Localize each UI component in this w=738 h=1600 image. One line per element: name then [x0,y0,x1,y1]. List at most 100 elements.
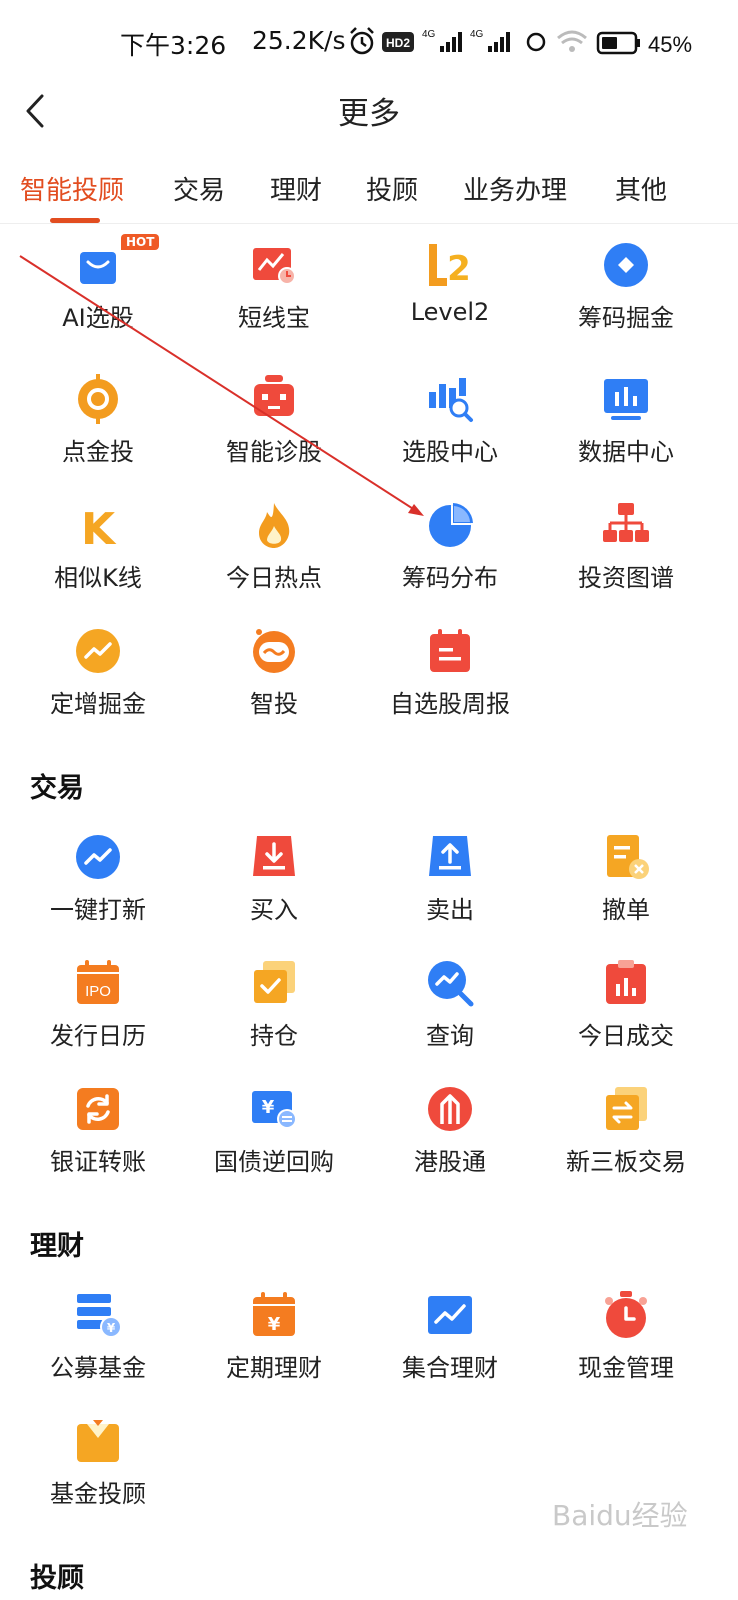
grid-item-yinzheng-zhuanzhang[interactable]: 银证转账 [10,1084,186,1194]
grid-item-label: 投资图谱 [578,564,674,592]
grid-item-label: 新三板交易 [566,1148,686,1176]
stopwatch-icon [605,1291,647,1338]
grid-item-zhitou[interactable]: 智投 [186,626,362,736]
grid-item-faxing-rili[interactable]: IPO 发行日历 [10,958,186,1068]
grid-item-label: 集合理财 [402,1354,498,1382]
grid-item-yijian-daxin[interactable]: 一键打新 [10,832,186,942]
trend-board-icon [428,1296,472,1334]
grid-item-shuju-zhongxin[interactable]: 数据中心 [538,374,714,484]
grid-item-touzi-tupu[interactable]: 投资图谱 [538,500,714,610]
grid-item-label: 买入 [250,896,298,924]
tab-yewu-banli[interactable]: 业务办理 [463,170,567,207]
grid-item-jihe-licai[interactable]: 集合理财 [362,1290,538,1400]
grid-item-zhineng-zhengu[interactable]: 智能诊股 [186,374,362,484]
grid-item-chedan[interactable]: 撤单 [538,832,714,942]
flame-icon [259,503,290,548]
grid-item-xuangu-zhongxin[interactable]: 选股中心 [362,374,538,484]
status-time: 下午3:26 [120,31,227,60]
grid-item-gongmu-jijin[interactable]: ¥ 公募基金 [10,1290,186,1400]
section-title-tougu: 投顾 [30,1563,84,1594]
signal-icon: 4G [470,29,510,52]
grid-item-label: 筹码分布 [402,564,498,592]
shopping-bag-icon [80,252,116,284]
fund-stack-icon: ¥ [77,1294,122,1338]
bar-chart-icon [604,379,648,420]
grid-item-mairu[interactable]: 买入 [186,832,362,942]
ipo-calendar-icon: IPO [77,960,119,1004]
section-title-jiaoyi: 交易 [30,773,84,804]
grid-item-label: 公募基金 [50,1354,146,1382]
document-cancel-icon [607,835,649,879]
diamond-icon [604,243,648,287]
status-bar: 下午3:26 25.2K/s HD2 4G 4G 45% [0,0,738,80]
grid-item-label: 数据中心 [578,438,674,466]
grid-item-chicang[interactable]: 持仓 [186,958,362,1068]
grid-item-level2[interactable]: 2 Level2 [362,240,538,350]
grid-item-dingzeng-juejin[interactable]: 定增掘金 [10,626,186,736]
grid-item-label: 基金投顾 [50,1480,146,1508]
suit-icon [77,1420,119,1462]
svg-text:¥: ¥ [262,1097,275,1118]
upload-tray-icon [429,836,471,876]
robot-face-icon [253,629,295,673]
grid-item-label: 相似K线 [54,564,142,592]
trend-circle-icon [76,629,120,673]
clipboard-chart-icon [606,960,646,1004]
grid-item-jijin-tougu[interactable]: 基金投顾 [10,1416,186,1526]
tab-tougu[interactable]: 投顾 [366,170,418,207]
grid-item-guozhai-nihuigou[interactable]: ¥ 国债逆回购 [186,1084,362,1194]
svg-text:¥: ¥ [107,1321,116,1335]
download-tray-icon [253,836,295,876]
grid-item-label: 定期理财 [226,1354,322,1382]
bond-repurchase-icon: ¥ [252,1091,297,1129]
transfer-icon [77,1088,119,1130]
grid-item-label: 银证转账 [50,1148,146,1176]
grid-item-maichu[interactable]: 卖出 [362,832,538,942]
tab-jiaoyi[interactable]: 交易 [173,170,225,207]
grid-item-label: 查询 [426,1022,474,1050]
grid-item-label: 卖出 [426,896,474,924]
grid-item-chouma-fenbu[interactable]: 筹码分布 [362,500,538,610]
grid-item-chouma-juejin[interactable]: 筹码掘金 [538,240,714,350]
active-tab-indicator [50,218,100,223]
grid-item-label: 港股通 [414,1148,486,1176]
grid-item-label: 发行日历 [50,1022,146,1050]
grid-item-ganggutong[interactable]: 港股通 [362,1084,538,1194]
calendar-report-icon [430,629,470,672]
grid-item-ai-xuangu[interactable]: HOT AI选股 [10,234,186,350]
grid-item-dingqi-licai[interactable]: ¥ 定期理财 [186,1290,362,1400]
search-trend-icon [428,961,474,1007]
hk-connect-icon [428,1087,472,1131]
grid-item-label: 现金管理 [578,1354,674,1382]
status-icons: HD2 4G 4G 45% [350,27,692,57]
grid-item-chaxun[interactable]: 查询 [362,958,538,1068]
robot-icon [254,375,294,416]
grid-item-jinri-chengjiao[interactable]: 今日成交 [538,958,714,1068]
grid-item-label: 智投 [250,690,298,718]
grid-item-dianjintou[interactable]: 点金投 [10,374,186,484]
grid-item-xinsanban-jiaoyi[interactable]: 新三板交易 [538,1084,714,1194]
grid-item-label: 选股中心 [402,438,498,466]
checkbox-stack-icon [254,961,295,1003]
baidu-watermark: Baidu经验 [552,1499,688,1532]
exchange-doc-icon [606,1087,647,1130]
trend-clock-icon [253,248,296,285]
tab-licai[interactable]: 理财 [270,170,322,207]
grid-item-label: 今日热点 [226,564,322,592]
svg-text:2: 2 [447,249,471,289]
header: 更多 [0,80,738,144]
grid-item-duanxianbao[interactable]: 短线宝 [186,240,362,350]
grid-item-label: AI选股 [62,304,134,332]
grid-item-label: 点金投 [62,438,134,466]
signal-icon: 4G [422,29,462,52]
ipo-icon-text: IPO [85,983,111,1000]
tab-qita[interactable]: 其他 [615,170,667,207]
grid-item-xianjin-guanli[interactable]: 现金管理 [538,1290,714,1400]
grid-item-label: 筹码掘金 [578,304,674,332]
k-letter-icon: K [81,504,117,550]
tab-bar: 智能投顾 交易 理财 投顾 业务办理 其他 [0,160,738,224]
grid-item-xiangsi-kxian[interactable]: K 相似K线 [10,500,186,610]
tab-zhineng-tougu[interactable]: 智能投顾 [20,170,124,207]
grid-item-zixuangu-zhoubao[interactable]: 自选股周报 [362,626,538,736]
grid-item-jinri-redian[interactable]: 今日热点 [186,500,362,610]
